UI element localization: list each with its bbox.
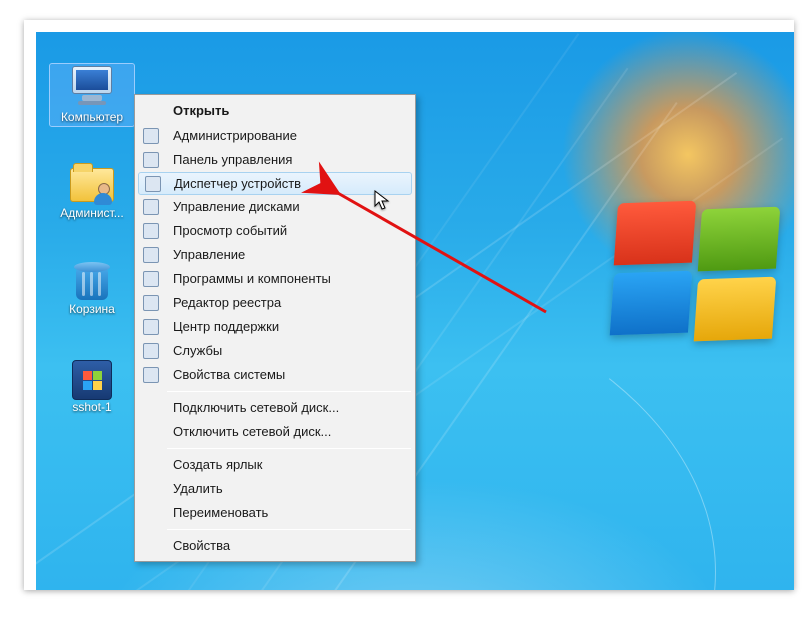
menu-item-label: Удалить xyxy=(173,481,223,496)
system-properties-icon xyxy=(143,367,159,383)
menu-item-services[interactable]: Службы xyxy=(137,339,413,363)
menu-item-delete[interactable]: Удалить xyxy=(137,477,413,501)
menu-item-disk-management[interactable]: Управление дисками xyxy=(137,195,413,219)
menu-item-label: Панель управления xyxy=(173,152,292,167)
menu-separator xyxy=(167,529,411,530)
menu-separator xyxy=(167,391,411,392)
menu-item-label: Свойства системы xyxy=(173,367,285,382)
regedit-icon xyxy=(143,295,159,311)
device-manager-icon xyxy=(145,176,161,192)
menu-item-label: Диспетчер устройств xyxy=(174,176,301,191)
menu-item-label: Создать ярлык xyxy=(173,457,262,472)
menu-item-label: Администрирование xyxy=(173,128,297,143)
menu-item-control-panel[interactable]: Панель управления xyxy=(137,148,413,172)
menu-item-event-viewer[interactable]: Просмотр событий xyxy=(137,219,413,243)
menu-item-label: Просмотр событий xyxy=(173,223,287,238)
blank-icon xyxy=(143,424,159,440)
menu-item-label: Управление xyxy=(173,247,245,262)
menu-item-label: Переименовать xyxy=(173,505,268,520)
admin-tools-icon xyxy=(143,128,159,144)
menu-separator xyxy=(167,448,411,449)
blank-icon xyxy=(143,481,159,497)
mouse-cursor-icon xyxy=(374,190,390,212)
windows-logo xyxy=(616,202,786,352)
windows7-desktop[interactable]: Компьютер Админист... Корзина sshot-1 xyxy=(36,32,794,590)
screenshot-file-icon xyxy=(72,360,112,400)
menu-item-system-properties[interactable]: Свойства системы xyxy=(137,363,413,387)
services-icon xyxy=(143,343,159,359)
menu-item-map-network-drive[interactable]: Подключить сетевой диск... xyxy=(137,396,413,420)
menu-item-label: Службы xyxy=(173,343,222,358)
menu-item-label: Редактор реестра xyxy=(173,295,281,310)
menu-item-administration[interactable]: Администрирование xyxy=(137,124,413,148)
menu-item-label: Центр поддержки xyxy=(173,319,279,334)
control-panel-icon xyxy=(143,152,159,168)
menu-item-registry-editor[interactable]: Редактор реестра xyxy=(137,291,413,315)
menu-item-label: Отключить сетевой диск... xyxy=(173,424,331,439)
screenshot-frame: Компьютер Админист... Корзина sshot-1 xyxy=(24,20,794,590)
menu-item-label: Свойства xyxy=(173,538,230,553)
menu-item-label: Открыть xyxy=(173,103,229,118)
menu-item-programs-features[interactable]: Программы и компоненты xyxy=(137,267,413,291)
context-menu: Открыть Администрирование Панель управле… xyxy=(134,94,416,562)
folder-user-icon xyxy=(70,168,114,202)
desktop-icon-label: sshot-1 xyxy=(72,400,111,414)
desktop-icon-recycle-bin[interactable]: Корзина xyxy=(50,262,134,316)
blank-icon xyxy=(143,457,159,473)
menu-item-label: Управление дисками xyxy=(173,199,300,214)
computer-management-icon xyxy=(143,247,159,263)
disk-management-icon xyxy=(143,199,159,215)
menu-item-label: Подключить сетевой диск... xyxy=(173,400,339,415)
recycle-bin-icon xyxy=(74,262,110,302)
desktop-icon-sshot[interactable]: sshot-1 xyxy=(50,360,134,414)
menu-item-device-manager[interactable]: Диспетчер устройств xyxy=(138,172,412,195)
blank-icon xyxy=(143,538,159,554)
action-center-icon xyxy=(143,319,159,335)
desktop-icon-label: Компьютер xyxy=(61,110,123,124)
menu-item-create-shortcut[interactable]: Создать ярлык xyxy=(137,453,413,477)
blank-icon xyxy=(143,400,159,416)
desktop-icon-admin-folder[interactable]: Админист... xyxy=(50,168,134,220)
blank-icon xyxy=(143,103,159,119)
desktop-icon-label: Админист... xyxy=(60,206,123,220)
menu-item-action-center[interactable]: Центр поддержки xyxy=(137,315,413,339)
blank-icon xyxy=(143,505,159,521)
computer-icon xyxy=(68,66,116,106)
menu-item-properties[interactable]: Свойства xyxy=(137,534,413,558)
menu-item-disconnect-network-drive[interactable]: Отключить сетевой диск... xyxy=(137,420,413,444)
event-viewer-icon xyxy=(143,223,159,239)
desktop-icon-label: Корзина xyxy=(69,302,115,316)
programs-icon xyxy=(143,271,159,287)
desktop-icon-computer[interactable]: Компьютер xyxy=(50,64,134,126)
desktop-icons-column: Компьютер Админист... Корзина sshot-1 xyxy=(50,64,134,456)
menu-item-open[interactable]: Открыть xyxy=(137,98,413,124)
menu-item-label: Программы и компоненты xyxy=(173,271,331,286)
menu-item-manage[interactable]: Управление xyxy=(137,243,413,267)
menu-item-rename[interactable]: Переименовать xyxy=(137,501,413,525)
